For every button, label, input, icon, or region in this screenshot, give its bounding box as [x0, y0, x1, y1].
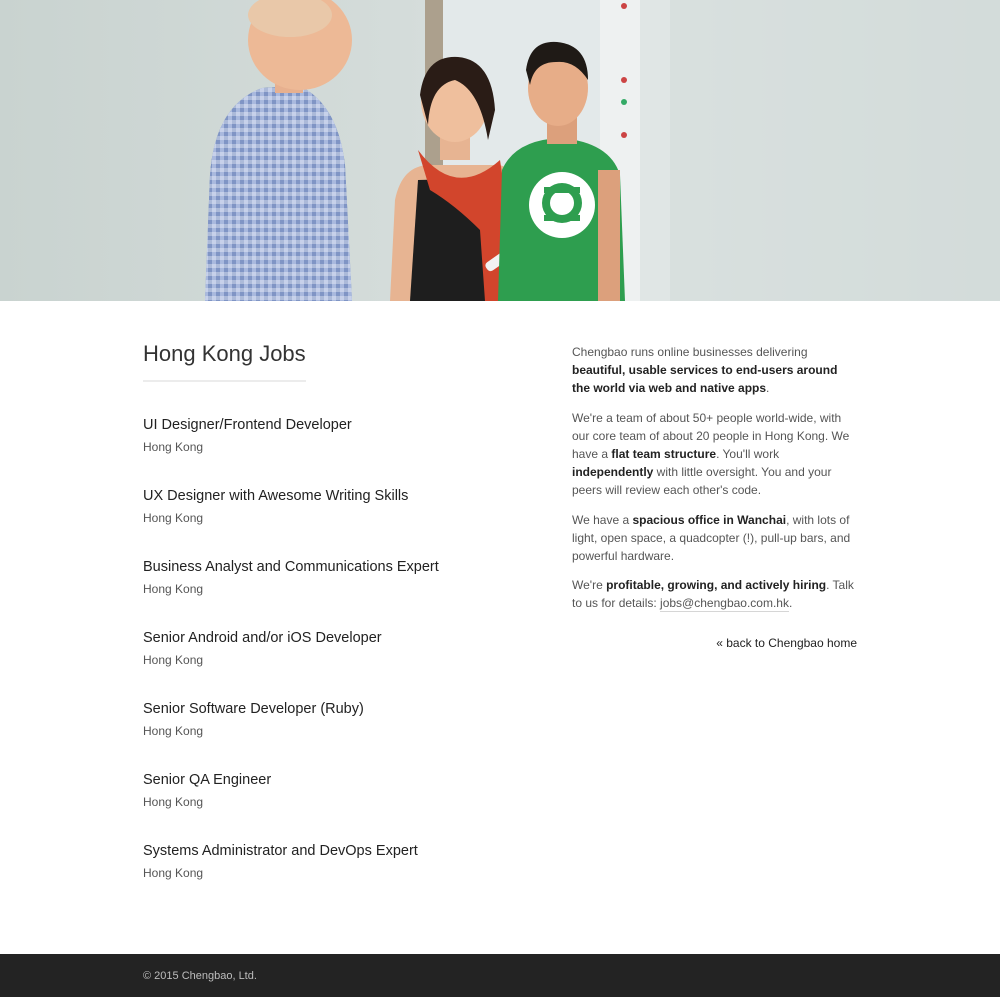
- emphasis: beautiful, usable services to end-users …: [572, 363, 838, 396]
- job-link[interactable]: Senior Android and/or iOS Developer: [143, 628, 543, 648]
- job-link[interactable]: Senior Software Developer (Ruby): [143, 699, 543, 719]
- page-title: Hong Kong Jobs: [143, 340, 306, 382]
- list-item: Business Analyst and Communications Expe…: [143, 557, 543, 628]
- job-location: Hong Kong: [143, 511, 204, 525]
- job-location: Hong Kong: [143, 795, 204, 809]
- job-link[interactable]: UX Designer with Awesome Writing Skills: [143, 486, 543, 506]
- text: . You'll work: [716, 447, 780, 462]
- emphasis: independently: [572, 465, 654, 480]
- job-link[interactable]: Business Analyst and Communications Expe…: [143, 557, 543, 577]
- list-item: UI Designer/Frontend Developer Hong Kong: [143, 415, 543, 486]
- emphasis: spacious office in Wanchai: [632, 512, 787, 527]
- job-location: Hong Kong: [143, 582, 204, 596]
- about-paragraph-1: Chengbao runs online businesses deliveri…: [572, 343, 857, 398]
- emphasis: flat team structure: [611, 447, 717, 462]
- list-item: Systems Administrator and DevOps Expert …: [143, 841, 543, 912]
- person-left: [205, 0, 352, 301]
- job-list: UI Designer/Frontend Developer Hong Kong…: [143, 415, 543, 912]
- hero-photo: [0, 0, 1000, 301]
- about-paragraph-3: We have a spacious office in Wanchai, wi…: [572, 511, 857, 566]
- text: .: [766, 381, 770, 396]
- back-home-link[interactable]: « back to Chengbao home: [716, 635, 857, 651]
- job-location: Hong Kong: [143, 866, 204, 880]
- job-link[interactable]: Senior QA Engineer: [143, 770, 543, 790]
- job-location: Hong Kong: [143, 724, 204, 738]
- about-paragraph-2: We're a team of about 50+ people world-w…: [572, 409, 857, 500]
- list-item: Senior Android and/or iOS Developer Hong…: [143, 628, 543, 699]
- footer: © 2015 Chengbao, Ltd.: [0, 954, 1000, 997]
- email-link[interactable]: jobs@chengbao.com.hk: [660, 596, 789, 613]
- list-item: Senior QA Engineer Hong Kong: [143, 770, 543, 841]
- text: .: [788, 596, 793, 611]
- jobs-section: Hong Kong Jobs UI Designer/Frontend Deve…: [143, 340, 523, 880]
- job-location: Hong Kong: [143, 653, 204, 667]
- about-section: Chengbao runs online businesses deliveri…: [572, 343, 857, 624]
- text: We're: [572, 578, 607, 593]
- list-item: UX Designer with Awesome Writing Skills …: [143, 486, 543, 557]
- job-link[interactable]: Systems Administrator and DevOps Expert: [143, 841, 543, 861]
- job-link[interactable]: UI Designer/Frontend Developer: [143, 415, 543, 435]
- hero-illustration: [205, 0, 1000, 301]
- emphasis: profitable, growing, and actively hiring: [606, 578, 827, 593]
- list-item: Senior Software Developer (Ruby) Hong Ko…: [143, 699, 543, 770]
- about-paragraph-4: We're profitable, growing, and actively …: [572, 576, 857, 613]
- text: We have a: [572, 512, 633, 527]
- text: Chengbao runs online businesses deliveri…: [572, 345, 808, 359]
- job-location: Hong Kong: [143, 440, 204, 454]
- copyright-text: © 2015 Chengbao, Ltd.: [143, 970, 257, 982]
